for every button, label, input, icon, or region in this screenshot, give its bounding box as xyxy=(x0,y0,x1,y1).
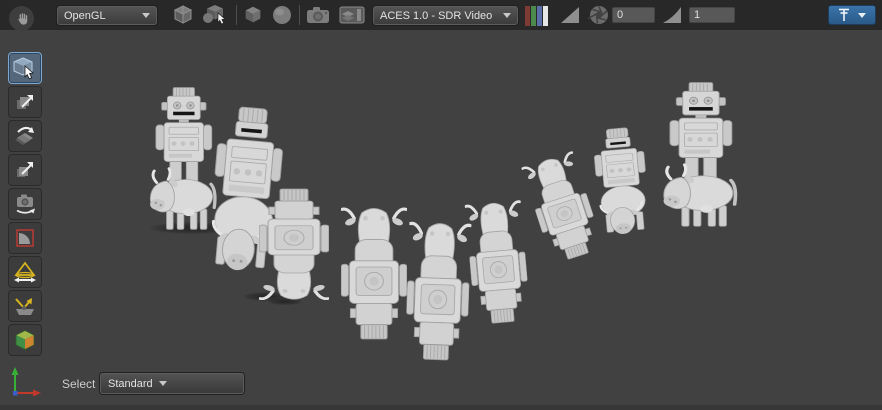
tool-sidebar xyxy=(8,52,42,358)
sphere-icon xyxy=(270,3,294,27)
tool-select-objects[interactable] xyxy=(8,52,42,84)
gamma-ramp-icon-button[interactable] xyxy=(658,3,686,27)
cube-icon xyxy=(242,4,264,26)
renderer-dropdown[interactable]: OpenGL xyxy=(57,6,157,25)
exposure-field[interactable] xyxy=(612,7,655,23)
orbit-camera-icon xyxy=(13,192,37,216)
tool-rotate[interactable] xyxy=(8,120,42,152)
light-cone-icon xyxy=(12,260,38,284)
cube-icon-button[interactable] xyxy=(239,3,267,27)
sphere-icon-button[interactable] xyxy=(268,3,296,27)
pin-menu-button[interactable] xyxy=(828,5,876,25)
move-arrow-icon xyxy=(13,90,37,114)
viewport-models xyxy=(0,0,882,410)
chevron-down-icon xyxy=(159,381,167,386)
tool-transform[interactable] xyxy=(8,154,42,186)
screen-capture-icon xyxy=(338,4,366,26)
chevron-down-icon xyxy=(142,13,150,18)
shaded-cube-icon-button[interactable] xyxy=(169,3,197,27)
gamma-ramp-icon xyxy=(661,5,683,25)
tool-orbit-camera[interactable] xyxy=(8,188,42,220)
viewport-canvas[interactable] xyxy=(0,30,882,410)
tool-reflection[interactable] xyxy=(8,290,42,322)
model-robot-riding-cow[interactable] xyxy=(584,123,658,246)
textured-cube-icon xyxy=(13,328,37,352)
colorspace-dropdown[interactable]: ACES 1.0 - SDR Video xyxy=(373,6,518,25)
chevron-down-icon xyxy=(858,13,866,18)
toolbar-separator xyxy=(299,5,300,25)
tool-marquee-select[interactable] xyxy=(8,222,42,254)
transform-arrow-icon xyxy=(13,158,37,182)
axis-gizmo xyxy=(4,362,48,402)
camera-icon xyxy=(305,4,331,26)
colorspace-dropdown-value: ACES 1.0 - SDR Video xyxy=(380,10,497,22)
gamma-field[interactable] xyxy=(689,7,735,23)
tool-light-cone[interactable] xyxy=(8,256,42,288)
screen-capture-icon-button[interactable] xyxy=(336,3,368,27)
exposure-ramp-icon xyxy=(559,5,581,25)
channel-bars-icon xyxy=(523,5,549,27)
exposure-ramp-icon-button[interactable] xyxy=(556,3,584,27)
model-robot-riding-cow[interactable] xyxy=(464,197,531,331)
toolbar-separator xyxy=(236,5,237,25)
select-objects-icon-button[interactable] xyxy=(200,3,232,27)
select-objects-icon xyxy=(201,3,231,27)
pin-icon xyxy=(838,8,850,22)
pan-hand-button[interactable] xyxy=(9,6,34,31)
channel-bars-icon-button[interactable] xyxy=(522,4,550,28)
marquee-quarter-icon xyxy=(13,226,37,250)
select-mode-value: Standard xyxy=(108,378,153,390)
tool-textured-cube[interactable] xyxy=(8,324,42,356)
renderer-dropdown-value: OpenGL xyxy=(64,10,136,22)
aperture-icon xyxy=(588,4,610,26)
select-mode-dropdown[interactable]: Standard xyxy=(100,373,244,394)
model-robot-riding-cow[interactable] xyxy=(259,183,329,303)
model-robot-riding-cow[interactable] xyxy=(404,218,471,368)
model-robot-riding-cow[interactable] xyxy=(341,204,407,346)
select-label: Select xyxy=(62,377,95,391)
chevron-down-icon xyxy=(503,13,511,18)
model-robot-riding-cow[interactable] xyxy=(659,81,741,231)
reflect-arrow-icon xyxy=(12,294,38,318)
rotate-diamond-icon xyxy=(13,124,37,148)
aperture-icon-button[interactable] xyxy=(585,3,613,27)
hand-icon xyxy=(14,11,30,27)
camera-icon-button[interactable] xyxy=(304,3,332,27)
top-toolbar: OpenGL xyxy=(0,0,882,30)
tool-move[interactable] xyxy=(8,86,42,118)
window-bottom-edge xyxy=(0,405,882,410)
shaded-cube-icon xyxy=(171,3,195,27)
select-cube-icon xyxy=(12,56,38,80)
